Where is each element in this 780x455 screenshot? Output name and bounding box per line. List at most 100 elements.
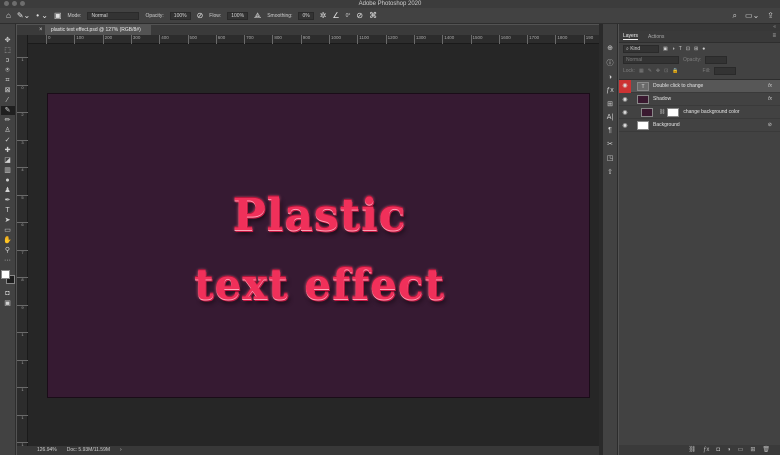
minimize-window-button[interactable] [12,1,17,6]
eraser-tool-icon[interactable]: ◪ [1,156,15,165]
delete-layer-icon[interactable]: 🗑 [762,445,770,455]
healing-tool-icon[interactable]: ✚ [1,146,15,155]
path-select-tool-icon[interactable]: ➤ [1,216,15,225]
channels-panel-icon[interactable]: ◳ [607,154,614,162]
color-panel-icon[interactable]: ◑ [608,74,612,81]
fill-field[interactable] [714,66,737,75]
document-canvas[interactable]: Plastic text effect [47,93,590,398]
history-panel-icon[interactable]: ⊕ [607,44,613,52]
tools-preset-icon[interactable]: ✂ [607,140,613,148]
history-brush-tool-icon[interactable]: ✓ [1,136,15,145]
layer-row[interactable]: ◉ Shadow fx [619,93,780,106]
smoothing-field[interactable]: 0% [298,11,314,20]
adjustments-panel-icon[interactable]: ƒx [606,87,613,94]
symmetry-icon[interactable]: ⌘ [369,11,377,20]
visibility-eye-icon[interactable]: ◉ [619,109,631,116]
layer-row[interactable]: ◉ ⛓ change background color [619,106,780,119]
filter-smart-icon[interactable]: ⊞ [694,46,698,52]
foreground-color-swatch[interactable] [0,270,10,279]
move-tool-icon[interactable]: ✥ [1,36,15,45]
pencil-tool-icon[interactable]: ✏ [1,116,15,125]
add-mask-icon[interactable]: ◘ [716,445,720,455]
blend-mode-select[interactable]: Normal [623,55,679,64]
layer-opacity-field[interactable] [705,55,728,64]
gradient-tool-icon[interactable]: ▥ [1,166,15,175]
swatches-panel-icon[interactable]: ⊞ [607,100,613,108]
info-panel-icon[interactable]: ⓘ [607,58,614,68]
pressure-size-icon[interactable]: ⊘ [356,11,363,20]
brush-settings-icon[interactable]: ▣ [54,11,62,20]
zoom-level[interactable]: 126.94% [37,446,57,455]
layer-row[interactable]: ◉ T Double click to change fx [619,79,780,93]
dodge-tool-icon[interactable]: ♟ [1,186,15,195]
screen-mode-icon[interactable]: ▣ [1,299,15,308]
tab-layers[interactable]: Layers [623,33,639,40]
opacity-field[interactable]: 100% [169,11,191,20]
filter-type-icon[interactable]: T [679,46,682,52]
layer-name[interactable]: Double click to change [653,83,780,89]
filter-toggle-icon[interactable]: ● [702,46,705,52]
home-icon[interactable]: ⌂ [6,11,11,20]
shape-tool-icon[interactable]: ▭ [1,226,15,235]
new-adjustment-icon[interactable]: ◑ [727,445,731,455]
brush-size-icon[interactable]: • ⌄ [36,11,48,20]
zoom-window-button[interactable] [20,1,25,6]
angle-value[interactable]: 0° [346,13,351,19]
brush-tool-icon[interactable]: ✎ [0,106,15,115]
filter-adjustment-icon[interactable]: ◑ [672,46,675,52]
marquee-tool-icon[interactable]: ⬚ [1,46,15,55]
horizontal-ruler[interactable]: 0 100 200 300 400 500 600 700 800 900 1000 1100 1200… [28,35,599,44]
pen-tool-icon[interactable]: ✒ [1,196,15,205]
status-arrow-icon[interactable]: › [120,446,122,455]
layer-effects-icon[interactable]: fx [768,96,772,102]
paths-panel-icon[interactable]: ⇧ [607,168,613,176]
filter-kind-select[interactable]: ⌕ Kind [623,44,659,53]
hand-tool-icon[interactable]: ✋ [1,236,15,245]
lasso-tool-icon[interactable]: ↄ [1,56,15,65]
layer-name[interactable]: change background color [683,109,780,115]
lock-transparent-icon[interactable]: ▦ [639,68,644,74]
clone-stamp-tool-icon[interactable]: ♙ [1,126,15,135]
color-swatches[interactable] [0,270,15,284]
eyedropper-tool-icon[interactable]: ⁄ [1,96,15,105]
lock-position-icon[interactable]: ✥ [656,68,660,74]
airbrush-icon[interactable]: ⟁ [254,11,261,21]
workspace-icon[interactable]: ▭⌄ [745,11,759,21]
panel-collapse-bar[interactable]: « [619,24,780,31]
layer-mask-thumbnail[interactable] [667,107,680,117]
panel-menu-icon[interactable]: ≡ [772,33,776,39]
new-group-icon[interactable]: ▭ [738,445,744,455]
layer-row[interactable]: ◉ Background ⊘ [619,119,780,132]
filter-pixel-icon[interactable]: ▣ [663,46,668,52]
lock-all-icon[interactable]: 🔒 [672,68,678,74]
character-panel-icon[interactable]: A| [607,114,614,121]
lock-artboard-icon[interactable]: ⊡ [664,68,668,74]
layer-name[interactable]: Background [653,122,780,128]
vertical-ruler[interactable]: 102345678911111 [17,35,28,447]
close-tab-icon[interactable]: × [39,25,43,35]
crop-tool-icon[interactable]: ⌗ [1,76,15,85]
blur-tool-icon[interactable]: ● [1,176,15,185]
mask-link-icon[interactable]: ⛓ [659,109,665,115]
paragraph-panel-icon[interactable]: ¶ [608,127,612,134]
share-icon[interactable]: ⇪ [767,11,774,21]
lock-icon[interactable]: ⊘ [768,122,772,128]
link-layers-icon[interactable]: ⛓ [688,445,696,455]
frame-tool-icon[interactable]: ⊠ [1,86,15,95]
type-tool-icon[interactable]: T [1,206,15,215]
tab-actions[interactable]: Actions [648,34,664,40]
visibility-eye-icon[interactable]: ◉ [619,79,631,93]
more-tools-icon[interactable]: ··· [1,256,15,265]
layer-name[interactable]: Shadow [653,96,780,102]
mode-select[interactable]: Normal [87,11,140,20]
filter-shape-icon[interactable]: ⊡ [686,46,690,52]
smoothing-settings-icon[interactable]: ✲ [320,11,327,20]
add-style-icon[interactable]: ƒx [703,445,709,455]
new-layer-icon[interactable]: ⊞ [750,445,755,455]
search-icon[interactable]: ⌕ [733,11,737,21]
visibility-eye-icon[interactable]: ◉ [619,122,631,129]
layer-effects-icon[interactable]: fx [768,83,772,89]
pressure-opacity-icon[interactable]: ⊘ [197,11,204,20]
lock-pixels-icon[interactable]: ✎ [648,68,652,74]
quick-select-tool-icon[interactable]: ⍟ [1,66,15,75]
